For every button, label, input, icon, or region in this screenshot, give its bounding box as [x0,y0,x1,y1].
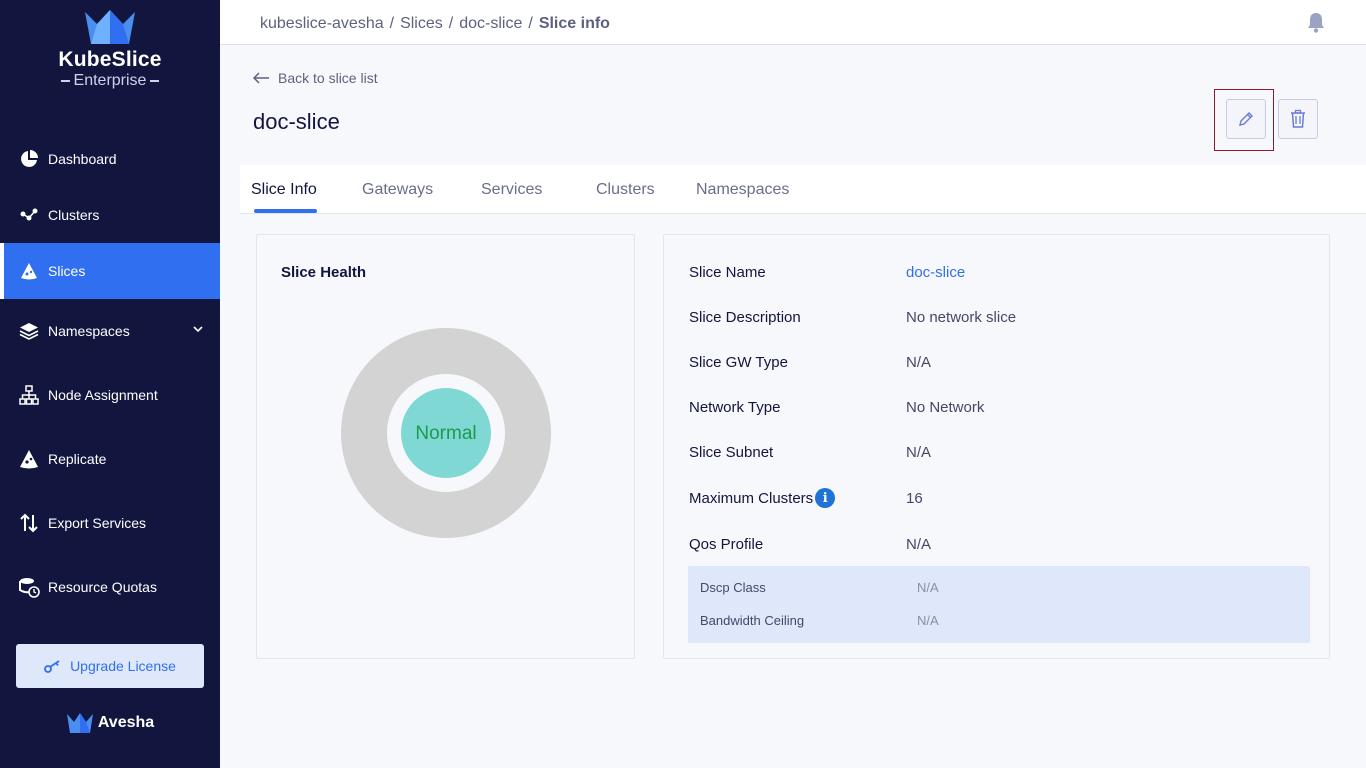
dashboard-icon [18,148,40,170]
page-title: doc-slice [253,109,340,134]
slice-subnet-value: N/A [906,444,932,461]
arrow-left-icon [252,72,269,84]
clusters-icon [18,204,40,226]
sidebar: KubeSlice Enterprise Dashboard Clusters … [0,0,220,768]
sidebar-item-namespaces[interactable]: Namespaces [0,303,220,359]
slice-name-label: Slice Name [689,264,766,281]
slices-icon [18,260,40,282]
tab-gateways[interactable]: Gateways [362,181,433,199]
breadcrumb-separator: / [528,15,533,32]
breadcrumb-slice[interactable]: doc-slice [459,15,522,33]
chevron-down-icon[interactable] [192,323,204,335]
avesha-logo: Avesha [0,712,220,734]
slice-health-title: Slice Health [281,264,367,281]
brand-name: KubeSlice [58,48,162,71]
back-to-slice-list-link[interactable]: Back to slice list [252,70,378,86]
maximum-clusters-row: Maximum Clusters i [689,488,836,508]
sidebar-item-label: Clusters [48,207,100,223]
sidebar-item-label: Namespaces [48,323,130,339]
breadcrumb-separator: / [448,15,454,32]
info-icon[interactable]: i [815,488,836,508]
sidebar-item-label: Export Services [48,515,147,531]
slice-name-value[interactable]: doc-slice [906,264,965,281]
back-label: Back to slice list [278,70,378,86]
sidebar-item-label: Dashboard [48,151,117,167]
sidebar-item-node-assignment[interactable]: Node Assignment [0,367,220,423]
replicate-icon [18,448,40,470]
dscp-class-value: N/A [917,580,939,595]
resource-quotas-icon [18,576,40,598]
sidebar-item-label: Node Assignment [48,387,158,403]
sidebar-item-resource-quotas[interactable]: Resource Quotas [0,559,220,615]
namespaces-icon [18,320,40,342]
upgrade-license-button[interactable]: Upgrade License [16,644,204,688]
breadcrumb-project[interactable]: kubeslice-avesha [260,15,384,33]
tab-slice-info[interactable]: Slice Info [251,181,317,199]
breadcrumb-separator: / [389,15,395,32]
sidebar-item-clusters[interactable]: Clusters [0,187,220,243]
sidebar-item-dashboard[interactable]: Dashboard [0,131,220,187]
slice-health-donut: Normal [341,328,551,538]
notification-bell-icon[interactable] [1306,11,1326,33]
sidebar-item-label: Replicate [48,451,107,467]
node-assignment-icon [18,384,40,406]
slice-description-value: No network slice [906,309,1017,326]
active-tab-indicator [254,209,317,213]
slice-info-card: Slice Name doc-slice Slice Description N… [663,234,1330,659]
dscp-class-label: Dscp Class [700,580,766,595]
slice-description-label: Slice Description [689,309,801,326]
tab-services[interactable]: Services [481,181,542,199]
sidebar-item-replicate[interactable]: Replicate [0,431,220,487]
bandwidth-ceiling-label: Bandwidth Ceiling [700,613,805,628]
breadcrumb-slices[interactable]: Slices [400,15,443,33]
tab-namespaces[interactable]: Namespaces [696,181,789,199]
top-bar: kubeslice-avesha / Slices / doc-slice / … [220,0,1366,45]
sidebar-item-export-services[interactable]: Export Services [0,495,220,551]
sidebar-item-slices[interactable]: Slices [0,243,220,299]
brand-edition: Enterprise [0,72,220,90]
sidebar-item-label: Resource Quotas [48,579,157,595]
edit-button[interactable] [1226,99,1266,139]
avesha-name: Avesha [97,714,155,731]
breadcrumb-current: Slice info [538,15,610,32]
slice-gw-type-label: Slice GW Type [689,354,788,371]
trash-icon [1291,109,1305,128]
bandwidth-ceiling-value: N/A [917,613,939,628]
breadcrumb: kubeslice-avesha / Slices / doc-slice / … [260,15,610,33]
kubeslice-crown-icon [85,10,135,44]
upgrade-license-label: Upgrade License [70,658,176,674]
maximum-clusters-value: 16 [906,490,923,507]
pencil-icon [1239,112,1253,126]
avesha-crown-icon [66,713,93,733]
network-type-value: No Network [906,399,985,416]
brand-logo: KubeSlice Enterprise [0,8,220,90]
key-icon [44,660,60,673]
slice-subnet-label: Slice Subnet [689,444,774,461]
maximum-clusters-label: Maximum Clusters [689,489,814,507]
sidebar-item-label: Slices [48,263,86,279]
qos-profile-label: Qos Profile [689,536,764,553]
tab-bar: Slice Info Gateways Services Clusters Na… [240,165,1366,214]
slice-health-card: Slice Health Normal [256,234,635,659]
tab-clusters[interactable]: Clusters [596,181,655,199]
export-services-icon [18,512,40,534]
slice-gw-type-value: N/A [906,354,932,371]
network-type-label: Network Type [689,399,781,416]
health-status-text: Normal [415,423,476,444]
qos-details-box: Dscp Class N/A Bandwidth Ceiling N/A [688,566,1310,643]
qos-profile-value: N/A [906,536,932,553]
delete-button[interactable] [1278,99,1318,139]
